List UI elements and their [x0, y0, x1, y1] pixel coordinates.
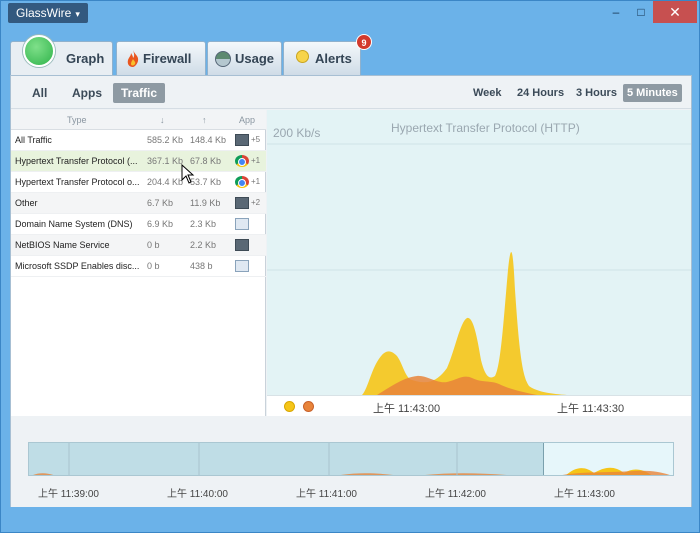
traffic-table: Type ↓ ↑ App All Traffic 585.2 Kb 148.4 …	[11, 110, 266, 416]
glasswire-window: GlassWire ▾ – □ ✕ Graph Firewall Usage Al…	[0, 0, 700, 533]
row-type: Hypertext Transfer Protocol o...	[15, 177, 140, 187]
lightbulb-icon	[296, 50, 309, 63]
app-menu-button[interactable]: GlassWire ▾	[8, 3, 88, 23]
row-type: Domain Name System (DNS)	[15, 219, 133, 229]
filter-all-button[interactable]: All	[24, 83, 55, 103]
row-download: 6.9 Kb	[147, 219, 174, 229]
graph-panel: All Apps Traffic Week 24 Hours 3 Hours 5…	[10, 75, 692, 507]
usage-globe-icon	[215, 51, 231, 67]
timeline-strip[interactable]	[28, 442, 674, 476]
timeline-selection-plot	[562, 467, 670, 475]
network-icon	[235, 239, 249, 251]
window-icon	[235, 260, 249, 272]
table-row[interactable]: Microsoft SSDP Enables disc... 0 b 438 b	[11, 256, 266, 277]
outgoing-legend-icon[interactable]	[303, 401, 314, 412]
row-type: Microsoft SSDP Enables disc...	[15, 261, 140, 271]
tab-alerts[interactable]: Alerts	[283, 41, 361, 75]
row-type: NetBIOS Name Service	[15, 240, 110, 250]
network-icon	[235, 197, 249, 209]
incoming-traffic-area	[362, 251, 567, 395]
graph-toolbar: All Apps Traffic Week 24 Hours 3 Hours 5…	[11, 76, 691, 109]
tab-graph[interactable]: Graph	[10, 35, 113, 76]
network-icon	[235, 134, 249, 146]
traffic-graph-plot	[267, 143, 691, 395]
tab-label: Firewall	[143, 51, 192, 66]
timeline-time-label: 上午 11:41:00	[296, 489, 357, 500]
row-upload: 11.9 Kb	[190, 198, 221, 208]
mouse-pointer-icon	[181, 164, 195, 184]
minimize-button[interactable]: –	[605, 1, 627, 23]
green-circle-icon	[23, 35, 55, 67]
time-label: 上午 11:43:30	[557, 403, 625, 415]
filter-traffic-button[interactable]: Traffic	[113, 83, 166, 103]
row-download: 204.4 Kb	[147, 177, 184, 187]
table-header: Type ↓ ↑ App	[11, 110, 266, 130]
tab-firewall[interactable]: Firewall	[116, 41, 206, 75]
row-app-count: +2	[251, 198, 261, 207]
fire-icon	[127, 50, 139, 67]
timeline-outgoing-area	[33, 473, 507, 475]
row-app-count: +5	[251, 135, 261, 144]
table-row[interactable]: All Traffic 585.2 Kb 148.4 Kb +5	[11, 130, 266, 151]
tab-label: Alerts	[315, 51, 352, 66]
row-upload: 2.3 Kb	[190, 219, 217, 229]
timeline-time-label: 上午 11:42:00	[425, 489, 486, 500]
app-title: GlassWire	[16, 6, 72, 20]
timeline-selection-window[interactable]	[543, 443, 673, 475]
range-5min-button[interactable]: 5 Minutes	[623, 84, 682, 102]
timeline-overview: 上午 11:39:00 上午 11:40:00 上午 11:41:00 上午 1…	[11, 417, 691, 507]
row-download: 0 b	[147, 240, 160, 250]
tab-label: Graph	[66, 51, 105, 66]
incoming-legend-icon[interactable]	[284, 401, 295, 412]
close-button[interactable]: ✕	[653, 1, 697, 23]
row-type: Other	[15, 198, 38, 208]
maximize-button[interactable]: □	[630, 1, 652, 23]
tab-usage[interactable]: Usage	[207, 41, 282, 75]
timeline-time-label: 上午 11:40:00	[167, 489, 228, 500]
window-icon	[235, 218, 249, 230]
row-download: 585.2 Kb	[147, 135, 184, 145]
time-label: 上午 11:43:00	[373, 403, 441, 415]
row-upload: 148.4 Kb	[190, 135, 227, 145]
range-24h-button[interactable]: 24 Hours	[513, 84, 568, 102]
row-type: All Traffic	[15, 135, 52, 145]
title-bar: GlassWire ▾ – □ ✕	[1, 1, 700, 29]
row-type: Hypertext Transfer Protocol (...	[15, 156, 138, 166]
row-download: 367.1 Kb	[147, 156, 184, 166]
tab-label: Usage	[235, 51, 275, 66]
row-download: 6.7 Kb	[147, 198, 174, 208]
range-3h-button[interactable]: 3 Hours	[572, 84, 621, 102]
chrome-icon	[235, 155, 249, 167]
row-app-count: +1	[251, 177, 261, 186]
row-download: 0 b	[147, 261, 160, 271]
row-upload: 438 b	[190, 261, 213, 271]
chrome-icon	[235, 176, 249, 188]
filter-apps-button[interactable]: Apps	[64, 83, 110, 103]
row-upload: 2.2 Kb	[190, 240, 217, 250]
table-row[interactable]: NetBIOS Name Service 0 b 2.2 Kb	[11, 235, 266, 256]
col-download-header[interactable]: ↓	[160, 115, 165, 125]
row-app-count: +1	[251, 156, 261, 165]
col-app-header[interactable]: App	[239, 115, 255, 125]
alerts-count-badge: 9	[356, 34, 372, 50]
range-week-button[interactable]: Week	[469, 84, 506, 102]
chevron-down-icon: ▾	[75, 9, 80, 19]
table-row[interactable]: Other 6.7 Kb 11.9 Kb +2	[11, 193, 266, 214]
timeline-time-label: 上午 11:39:00	[38, 489, 99, 500]
col-upload-header[interactable]: ↑	[202, 115, 207, 125]
graph-time-axis: 上午 11:43:00 上午 11:43:30	[267, 395, 691, 416]
table-row[interactable]: Hypertext Transfer Protocol (... 367.1 K…	[11, 151, 266, 172]
table-row[interactable]: Domain Name System (DNS) 6.9 Kb 2.3 Kb	[11, 214, 266, 235]
timeline-time-label: 上午 11:43:00	[554, 489, 615, 500]
table-row[interactable]: Hypertext Transfer Protocol o... 204.4 K…	[11, 172, 266, 193]
traffic-graph[interactable]: 200 Kb/s Hypertext Transfer Protocol (HT…	[267, 110, 691, 416]
col-type-header[interactable]: Type	[67, 115, 87, 125]
